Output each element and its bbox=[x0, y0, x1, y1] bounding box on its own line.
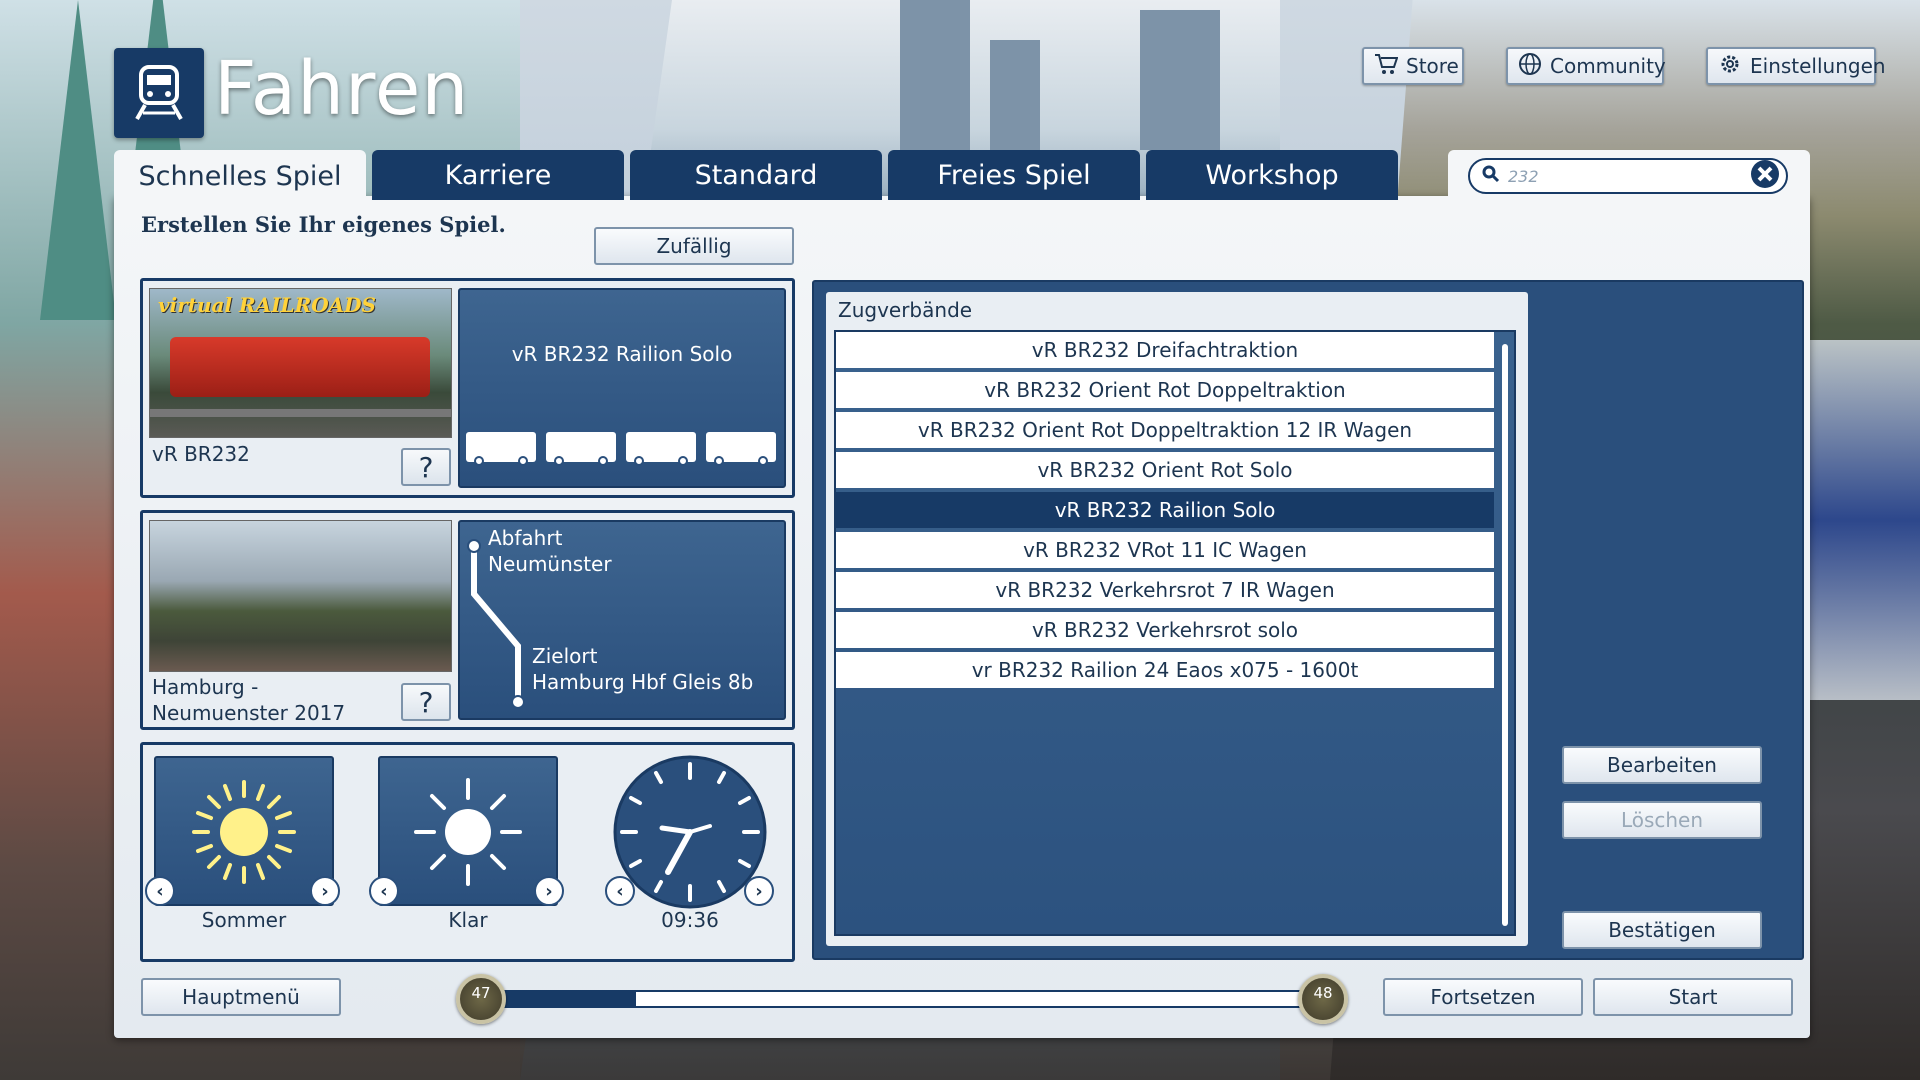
panel-subtitle: Erstellen Sie Ihr eigenes Spiel. bbox=[141, 212, 506, 237]
tab-freies-spiel[interactable]: Freies Spiel bbox=[888, 150, 1140, 200]
settings-button[interactable]: Einstellungen bbox=[1706, 47, 1886, 85]
search-area bbox=[1448, 150, 1810, 202]
time-next-button[interactable]: › bbox=[744, 876, 774, 906]
consist-list-item[interactable]: vR BR232 Verkehrsrot 7 IR Wagen bbox=[836, 572, 1494, 608]
level-progress-fill bbox=[498, 990, 636, 1008]
confirm-button[interactable]: Bestätigen bbox=[1562, 911, 1762, 949]
time-label: 09:36 bbox=[661, 908, 719, 932]
globe-icon bbox=[1518, 52, 1542, 81]
start-button[interactable]: Start bbox=[1593, 978, 1793, 1016]
clear-search-icon[interactable] bbox=[1750, 159, 1780, 193]
destination-station: Hamburg Hbf Gleis 8b bbox=[532, 670, 754, 694]
route-thumbnail[interactable] bbox=[149, 520, 452, 672]
train-logo-icon bbox=[114, 48, 204, 138]
season-label: Sommer bbox=[201, 908, 287, 932]
store-button[interactable]: Store bbox=[1362, 47, 1464, 85]
locomotive-help-button[interactable]: ? bbox=[401, 448, 451, 486]
wheel-icon bbox=[598, 456, 608, 466]
wheel-icon bbox=[518, 456, 528, 466]
search-icon bbox=[1482, 165, 1500, 187]
consist-list-item[interactable]: vR BR232 Verkehrsrot solo bbox=[836, 612, 1494, 648]
virtual-railroads-logo: virtual RAILROADS bbox=[158, 293, 376, 317]
consist-list-item[interactable]: vr BR232 Railion 24 Eaos x075 - 1600t bbox=[836, 652, 1494, 688]
season-prev-button[interactable]: ‹ bbox=[145, 876, 175, 906]
route-help-button[interactable]: ? bbox=[401, 683, 451, 721]
season-next-button[interactable]: › bbox=[310, 876, 340, 906]
edit-button[interactable]: Bearbeiten bbox=[1562, 746, 1762, 784]
tab-karriere[interactable]: Karriere bbox=[372, 150, 624, 200]
wheel-icon bbox=[758, 456, 768, 466]
delete-button[interactable]: Löschen bbox=[1562, 801, 1762, 839]
search-box bbox=[1468, 158, 1788, 194]
departure-label: Abfahrt bbox=[488, 526, 563, 550]
wheel-icon bbox=[474, 456, 484, 466]
consist-list-item[interactable]: vR BR232 Orient Rot Doppeltraktion bbox=[836, 372, 1494, 408]
route-name: Hamburg - Neumuenster 2017 bbox=[152, 675, 346, 725]
community-button[interactable]: Community bbox=[1506, 47, 1666, 85]
main-menu-button[interactable]: Hauptmenü bbox=[141, 978, 341, 1016]
locomotive-thumbnail[interactable]: virtual RAILROADS bbox=[149, 288, 452, 438]
departure-station: Neumünster bbox=[488, 552, 612, 576]
gear-icon bbox=[1718, 52, 1742, 81]
clear-weather-icon bbox=[414, 778, 522, 886]
consist-list-item[interactable]: vR BR232 Orient Rot Doppeltraktion 12 IR… bbox=[836, 412, 1494, 448]
random-button[interactable]: Zufällig bbox=[594, 227, 794, 265]
wheel-icon bbox=[678, 456, 688, 466]
consists-scrollbar[interactable] bbox=[1502, 344, 1508, 926]
summer-sun-icon bbox=[192, 780, 296, 884]
tab-schnelles-spiel[interactable]: Schnelles Spiel bbox=[114, 150, 366, 202]
consist-list-item[interactable]: vR BR232 Railion Solo bbox=[836, 492, 1494, 528]
destination-label: Zielort bbox=[532, 644, 598, 668]
wheel-icon bbox=[714, 456, 724, 466]
red-locomotive-image bbox=[170, 337, 430, 397]
page-title: Fahren bbox=[214, 46, 470, 132]
church-spire bbox=[40, 0, 116, 320]
tab-workshop[interactable]: Workshop bbox=[1146, 150, 1398, 200]
search-input[interactable] bbox=[1508, 166, 1750, 186]
weather-label: Klar bbox=[448, 908, 488, 932]
consist-list-item[interactable]: vR BR232 VRot 11 IC Wagen bbox=[836, 532, 1494, 568]
continue-button[interactable]: Fortsetzen bbox=[1383, 978, 1583, 1016]
consist-list-item[interactable]: vR BR232 Orient Rot Solo bbox=[836, 452, 1494, 488]
tab-standard[interactable]: Standard bbox=[630, 150, 882, 200]
time-prev-button[interactable]: ‹ bbox=[605, 876, 635, 906]
wheel-icon bbox=[634, 456, 644, 466]
consists-header: Zugverbände bbox=[838, 298, 973, 322]
community-label: Community bbox=[1550, 54, 1666, 78]
settings-label: Einstellungen bbox=[1750, 54, 1886, 78]
locomotive-name: vR BR232 bbox=[152, 442, 250, 466]
cart-icon bbox=[1374, 53, 1399, 80]
store-label: Store bbox=[1406, 54, 1459, 78]
weather-next-button[interactable]: › bbox=[534, 876, 564, 906]
next-level-badge: 48 bbox=[1298, 974, 1348, 1024]
weather-prev-button[interactable]: ‹ bbox=[369, 876, 399, 906]
current-level-badge: 47 bbox=[456, 974, 506, 1024]
consist-preview-name: vR BR232 Railion Solo bbox=[511, 342, 733, 366]
wheel-icon bbox=[554, 456, 564, 466]
consist-list-item[interactable]: vR BR232 Dreifachtraktion bbox=[836, 332, 1494, 368]
